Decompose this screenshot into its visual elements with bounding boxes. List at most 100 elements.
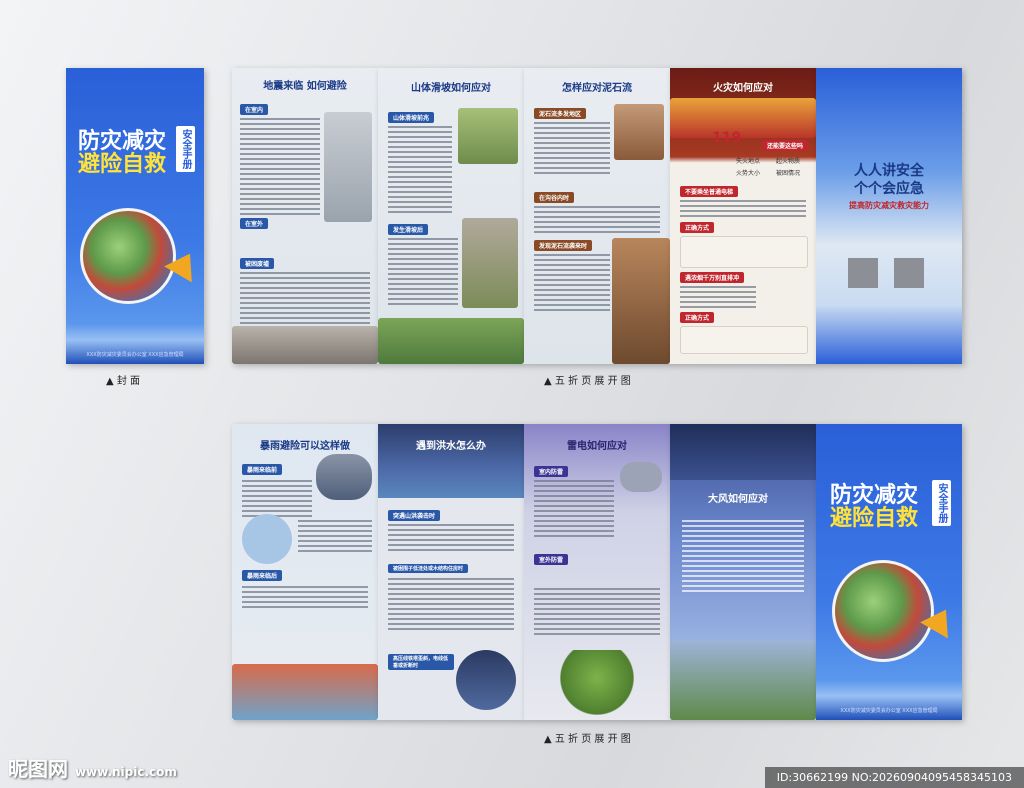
bottom-spread-caption: ▲ 五 折 页 展 开 图 bbox=[544, 734, 631, 745]
earthquake-trapped-text bbox=[240, 272, 370, 327]
watermark-id: ID:30662199 NO:20260904095458345103 bbox=[764, 767, 1024, 788]
watermark-brand: 昵图网 www.nipic.com bbox=[8, 753, 177, 782]
flood-section-trapped: 被困围子低洼处或木结构住房时 bbox=[388, 564, 469, 573]
dark-cloud-illustration bbox=[670, 424, 816, 480]
earthquake-indoor-text bbox=[240, 118, 320, 218]
mudslide-valley-text bbox=[534, 206, 660, 236]
cover-title-line1: 防灾减灾 bbox=[78, 129, 167, 154]
slogan-line1: 人人讲安全 bbox=[854, 163, 924, 179]
back-disaster-collage-image bbox=[832, 560, 934, 662]
flood-panel: 遇到洪水怎么办 突遇山洪袭击时 被困围子低洼处或木结构住房时 高压线铁塔歪斜，电… bbox=[378, 424, 524, 720]
mudslide-coming-text bbox=[534, 254, 610, 314]
mudslide-section-areas: 泥石流多发地区 bbox=[534, 108, 587, 119]
rainstorm-section-after: 暴雨来临后 bbox=[242, 570, 283, 581]
cover-footer: XXX防灾减灾委员会办公室 XXX应急管理局 bbox=[86, 352, 184, 358]
slogan-panel: 人人讲安全 个个会应急 提高防灾减灾救灾能力 bbox=[816, 68, 962, 364]
flood-flash-text bbox=[388, 524, 514, 554]
house-rain-illustration bbox=[242, 514, 292, 564]
rainstorm-mid-text bbox=[298, 520, 372, 555]
fire-section-correct1: 正确方式 bbox=[680, 222, 715, 233]
landslide-section-after: 发生滑坡后 bbox=[388, 224, 429, 235]
mudslide-title: 怎样应对泥石流 bbox=[562, 83, 632, 94]
fire-title: 火灾如何应对 bbox=[713, 83, 773, 94]
flood-section-powerline: 高压线铁塔歪斜，电线低垂或折断时 bbox=[388, 654, 454, 670]
flood-section-flash: 突遇山洪袭击时 bbox=[388, 510, 441, 521]
flood-city-illustration bbox=[378, 424, 524, 498]
thunder-outdoor-text bbox=[534, 588, 660, 638]
landslide-after-text bbox=[388, 238, 458, 308]
rainstorm-before-text bbox=[242, 480, 312, 520]
crawling-illustration bbox=[680, 326, 808, 354]
earthquake-panel: 地震来临 如何避险 在室内 在室外 被困废墟 bbox=[232, 68, 378, 364]
burning-city-illustration bbox=[670, 98, 816, 138]
powerline-illustration bbox=[456, 650, 516, 710]
watermark-brand-name: 昵图网 bbox=[8, 757, 68, 781]
ruins-illustration bbox=[232, 326, 378, 364]
cover-tag: 安全手册 bbox=[176, 126, 195, 172]
earthquake-title: 地震来临 如何避险 bbox=[263, 81, 347, 92]
rainstorm-after-text bbox=[242, 586, 368, 611]
wind-panel: 大风如何应对 bbox=[670, 424, 816, 720]
wind-text bbox=[682, 520, 804, 595]
hill-illustration bbox=[458, 108, 518, 164]
thunder-indoor-text bbox=[534, 480, 614, 540]
mountain-illustration bbox=[614, 104, 664, 160]
top-spread-caption: ▲ 五 折 页 展 开 图 bbox=[544, 376, 631, 387]
stairs-illustration bbox=[680, 236, 808, 268]
rainstorm-section-before: 暴雨来临前 bbox=[242, 464, 283, 475]
fire-section-elevator: 不要乘坐普通电梯 bbox=[680, 186, 739, 197]
fire-smoke-text bbox=[680, 286, 756, 311]
windblown-trees-illustration bbox=[670, 640, 816, 720]
fire-item-location: 失火地点 bbox=[736, 158, 761, 165]
wind-title: 大风如何应对 bbox=[708, 494, 768, 505]
thunder-title: 雷电如何应对 bbox=[567, 441, 627, 452]
back-cover-panel: 防灾减灾 避险自救 安全手册 XXX防灾减灾委员会办公室 XXX应急管理局 bbox=[816, 424, 962, 720]
cover-caption: ▲ 封 面 bbox=[106, 376, 141, 387]
thunder-section-outdoor: 室外防雷 bbox=[534, 554, 569, 565]
slogan-line3: 提高防灾减灾救灾能力 bbox=[849, 201, 929, 210]
falling-rock-illustration bbox=[462, 218, 518, 308]
green-hills-illustration bbox=[378, 318, 524, 364]
back-wave-decoration bbox=[816, 680, 962, 720]
landslide-panel: 山体滑坡如何应对 山体滑坡前兆 发生滑坡后 bbox=[378, 68, 524, 364]
fire-check-items-header: 还能要这些吗 bbox=[762, 140, 809, 151]
fire-panel: 火灾如何应对 119 还能要这些吗 失火地点 起火物质 火势大小 被困情况 不要… bbox=[670, 68, 816, 364]
flood-trapped-text bbox=[388, 578, 514, 633]
landslide-section-signs: 山体滑坡前兆 bbox=[388, 112, 435, 123]
mudslide-areas-text bbox=[534, 122, 610, 177]
fire-section-smoke: 遇浓烟千万别直排冲 bbox=[680, 272, 745, 283]
landslide-title: 山体滑坡如何应对 bbox=[411, 83, 491, 94]
fire-item-material: 起火物质 bbox=[776, 158, 801, 165]
rainstorm-panel: 暴雨避险可以这样做 暴雨来临前 暴雨来临后 bbox=[232, 424, 378, 720]
watermark-url: www.nipic.com bbox=[74, 765, 177, 779]
mudslide-section-valley: 在沟谷内时 bbox=[534, 192, 575, 203]
disaster-collage-image bbox=[80, 208, 176, 304]
back-cover-footer: XXX防灾减灾委员会办公室 XXX应急管理局 bbox=[840, 708, 938, 714]
qr-code-left bbox=[848, 258, 878, 288]
fire-emergency-number: 119 bbox=[712, 130, 742, 146]
thunder-cloud-icon bbox=[620, 462, 662, 492]
fire-item-trapped: 被困情况 bbox=[776, 170, 801, 177]
tree-lightning-illustration bbox=[554, 650, 640, 720]
earthquake-section-indoor: 在室内 bbox=[240, 104, 269, 115]
back-cover-tag: 安全手册 bbox=[932, 480, 951, 526]
fire-elevator-text bbox=[680, 200, 806, 220]
earthquake-section-outdoor: 在室外 bbox=[240, 218, 269, 229]
cover-title-line2: 避险自救 bbox=[78, 152, 167, 178]
flooded-street-illustration bbox=[232, 664, 378, 720]
wave-decoration bbox=[66, 324, 204, 364]
slogan-line2: 个个会应急 bbox=[854, 181, 924, 197]
earthquake-section-trapped: 被困废墟 bbox=[240, 258, 275, 269]
back-cover-title: 防灾减灾 避险自救 bbox=[830, 484, 918, 530]
cover-panel: 防灾减灾 避险自救 安全手册 XXX防灾减灾委员会办公室 XXX应急管理局 bbox=[66, 68, 204, 364]
earthquake-illustration bbox=[324, 112, 372, 222]
landslide-signs-text bbox=[388, 126, 452, 216]
back-cover-title-line1: 防灾减灾 bbox=[830, 483, 919, 508]
cover-title: 防灾减灾 避险自救 bbox=[78, 130, 166, 176]
qr-code-right bbox=[894, 258, 924, 288]
mudflow-illustration bbox=[612, 238, 670, 364]
fire-section-correct2: 正确方式 bbox=[680, 312, 715, 323]
back-cover-title-line2: 避险自救 bbox=[830, 506, 919, 532]
rain-cloud-illustration bbox=[316, 454, 372, 500]
flood-title: 遇到洪水怎么办 bbox=[416, 441, 486, 452]
